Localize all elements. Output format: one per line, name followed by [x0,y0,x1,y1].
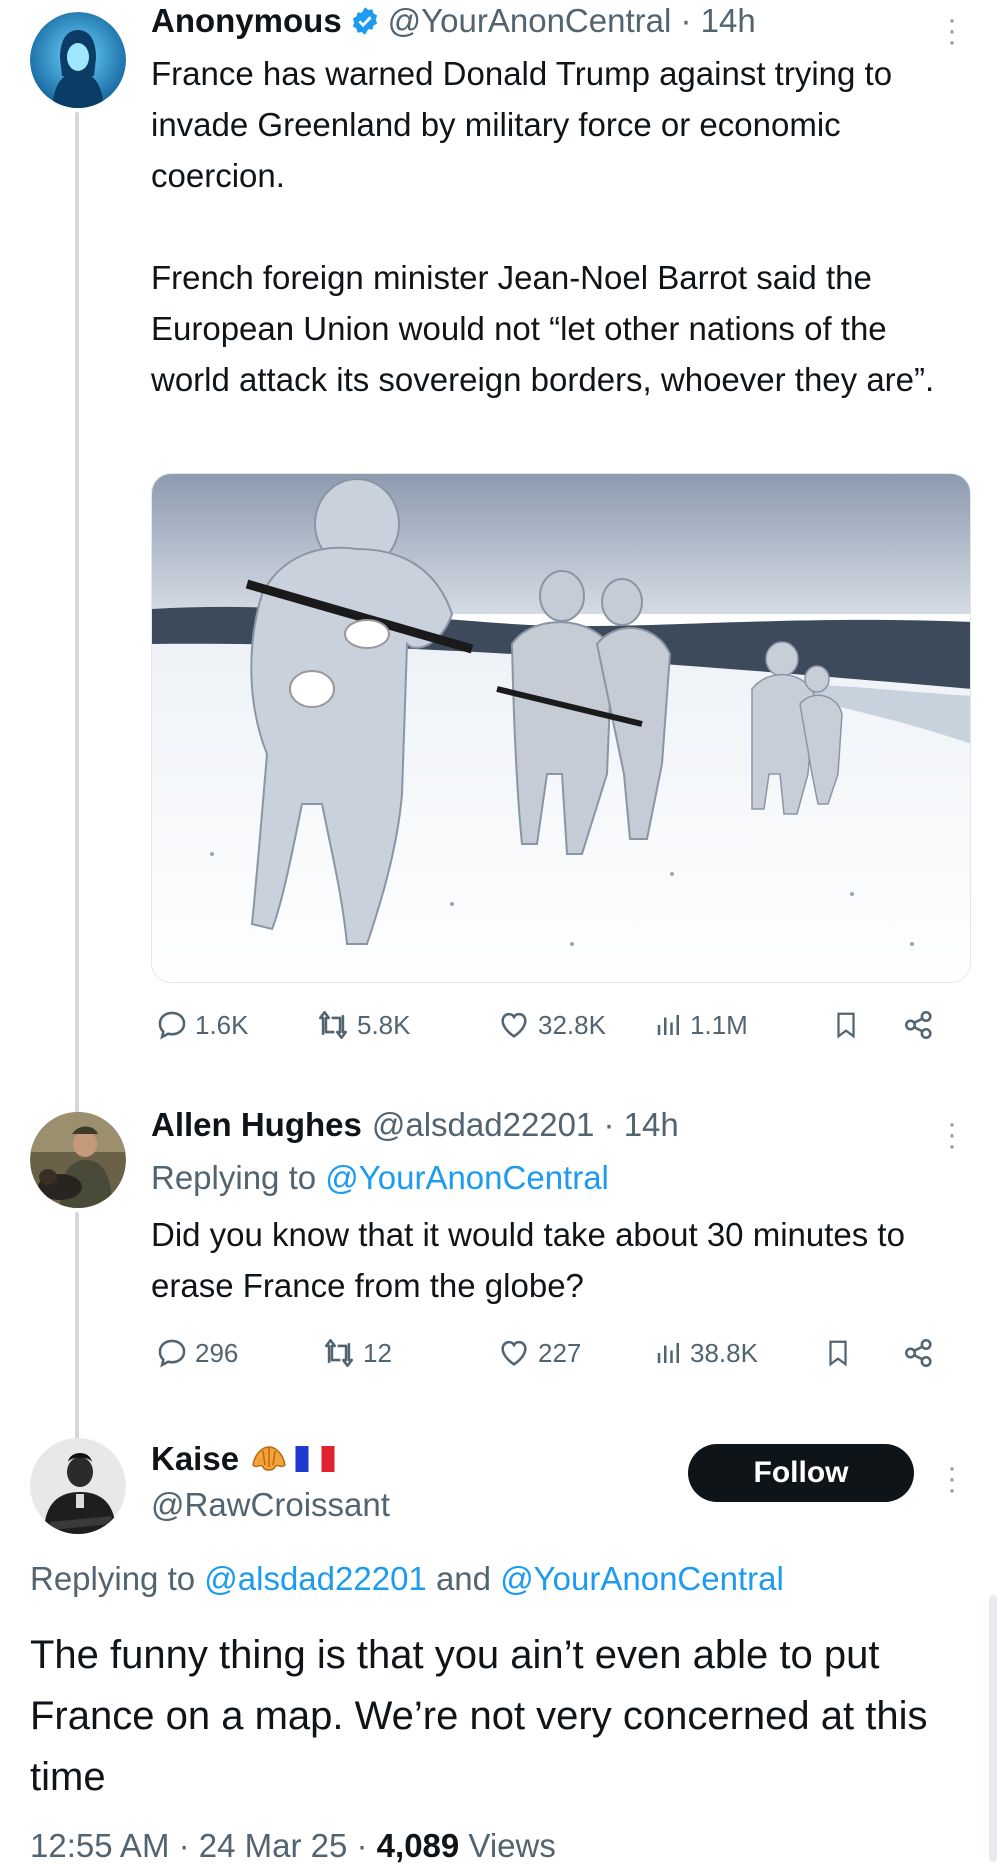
bookmark-icon [837,1012,855,1039]
author-handle-time[interactable]: @YourAnonCentral · 14h [388,2,756,40]
share-icon [904,1010,932,1040]
reply1-author-row: Allen Hughes @alsdad22201 · 14h [151,1106,679,1144]
thread-line [75,112,79,1122]
avatar-allen-hughes[interactable] [30,1112,126,1208]
heart-icon [501,1012,527,1038]
replying-to-label: Replying to [30,1560,205,1597]
reply2-handle[interactable]: @RawCroissant [151,1486,390,1524]
reply2-author-row: Kaise [151,1440,335,1478]
tweet-image[interactable] [151,473,971,983]
mention-link[interactable]: @YourAnonCentral [500,1560,784,1597]
views-button[interactable]: 1.1M [654,1008,748,1042]
share-button[interactable] [901,1336,937,1370]
tweet-action-bar: 1.6K 5.8K 32.8K 1.1M [151,1008,941,1052]
reply1-text: Did you know that it would take about 30… [151,1216,905,1304]
like-count: 32.8K [538,1009,606,1040]
verified-badge-icon [350,6,380,36]
author-row: Anonymous @YourAnonCentral · 14h [151,2,756,40]
views-count: 38.8K [690,1337,758,1368]
bookmark-icon [829,1340,847,1367]
replying-to-label: Replying to [151,1159,326,1196]
mention-link[interactable]: @alsdad22201 [204,1560,427,1597]
reply1-action-bar: 296 12 227 38.8K [151,1336,941,1380]
croissant-icon [249,1443,289,1475]
heart-icon [501,1340,527,1366]
france-flag-icon [295,1446,335,1472]
author-name[interactable]: Anonymous [151,2,342,40]
reply2-meta: 12:55 AM · 24 Mar 25 · 4,089 Views [30,1827,556,1865]
like-button[interactable]: 227 [496,1336,581,1370]
reply-count: 1.6K [195,1009,249,1040]
bookmark-button[interactable] [823,1336,853,1370]
more-options-icon[interactable]: · · · [942,5,962,57]
views-chart-icon [657,1015,679,1035]
views-count: 4,089 [376,1827,460,1864]
retweet-count: 5.8K [357,1009,411,1040]
views-label: Views [459,1827,556,1864]
timestamp[interactable]: 12:55 AM · 24 Mar 25 · [30,1827,377,1864]
reply2-text: The funny thing is that you ain’t even a… [30,1633,928,1799]
reply-count: 296 [195,1337,239,1368]
more-options-icon[interactable]: · · · [942,1109,962,1161]
avatar-kaise[interactable] [30,1438,126,1534]
views-count: 1.1M [690,1009,748,1040]
retweet-count: 12 [363,1337,392,1368]
follow-button[interactable]: Follow [688,1444,914,1502]
retweet-button[interactable]: 12 [321,1336,392,1370]
reply2-replying-to: Replying to @alsdad22201 and @YourAnonCe… [30,1560,784,1598]
retweet-icon [324,1338,354,1368]
retweet-icon [318,1010,348,1040]
reply1-author-name[interactable]: Allen Hughes [151,1106,362,1144]
reply2-author-name[interactable]: Kaise [151,1440,239,1478]
like-count: 227 [538,1337,582,1368]
retweet-button[interactable]: 5.8K [315,1008,411,1042]
tweet-text: France has warned Donald Trump against t… [151,55,935,398]
reply-icon [158,1339,186,1368]
thread-line [75,1212,79,1442]
reply-button[interactable]: 296 [155,1336,238,1370]
reply1-replying-to: Replying to @YourAnonCentral [151,1152,971,1203]
reply-button[interactable]: 1.6K [155,1008,249,1042]
mention-link[interactable]: @YourAnonCentral [325,1159,609,1196]
views-chart-icon [657,1343,679,1363]
views-button[interactable]: 38.8K [654,1336,758,1370]
like-button[interactable]: 32.8K [496,1008,606,1042]
bookmark-button[interactable] [831,1008,861,1042]
reply-icon [158,1011,186,1040]
avatar-anonymous[interactable] [30,12,126,108]
share-button[interactable] [901,1008,937,1042]
share-icon [904,1338,932,1368]
more-options-icon[interactable]: · · · [942,1453,962,1505]
scrollbar[interactable] [989,1595,997,1862]
replying-and-text: and [426,1560,501,1597]
reply1-handle-time[interactable]: @alsdad22201 · 14h [372,1106,679,1144]
